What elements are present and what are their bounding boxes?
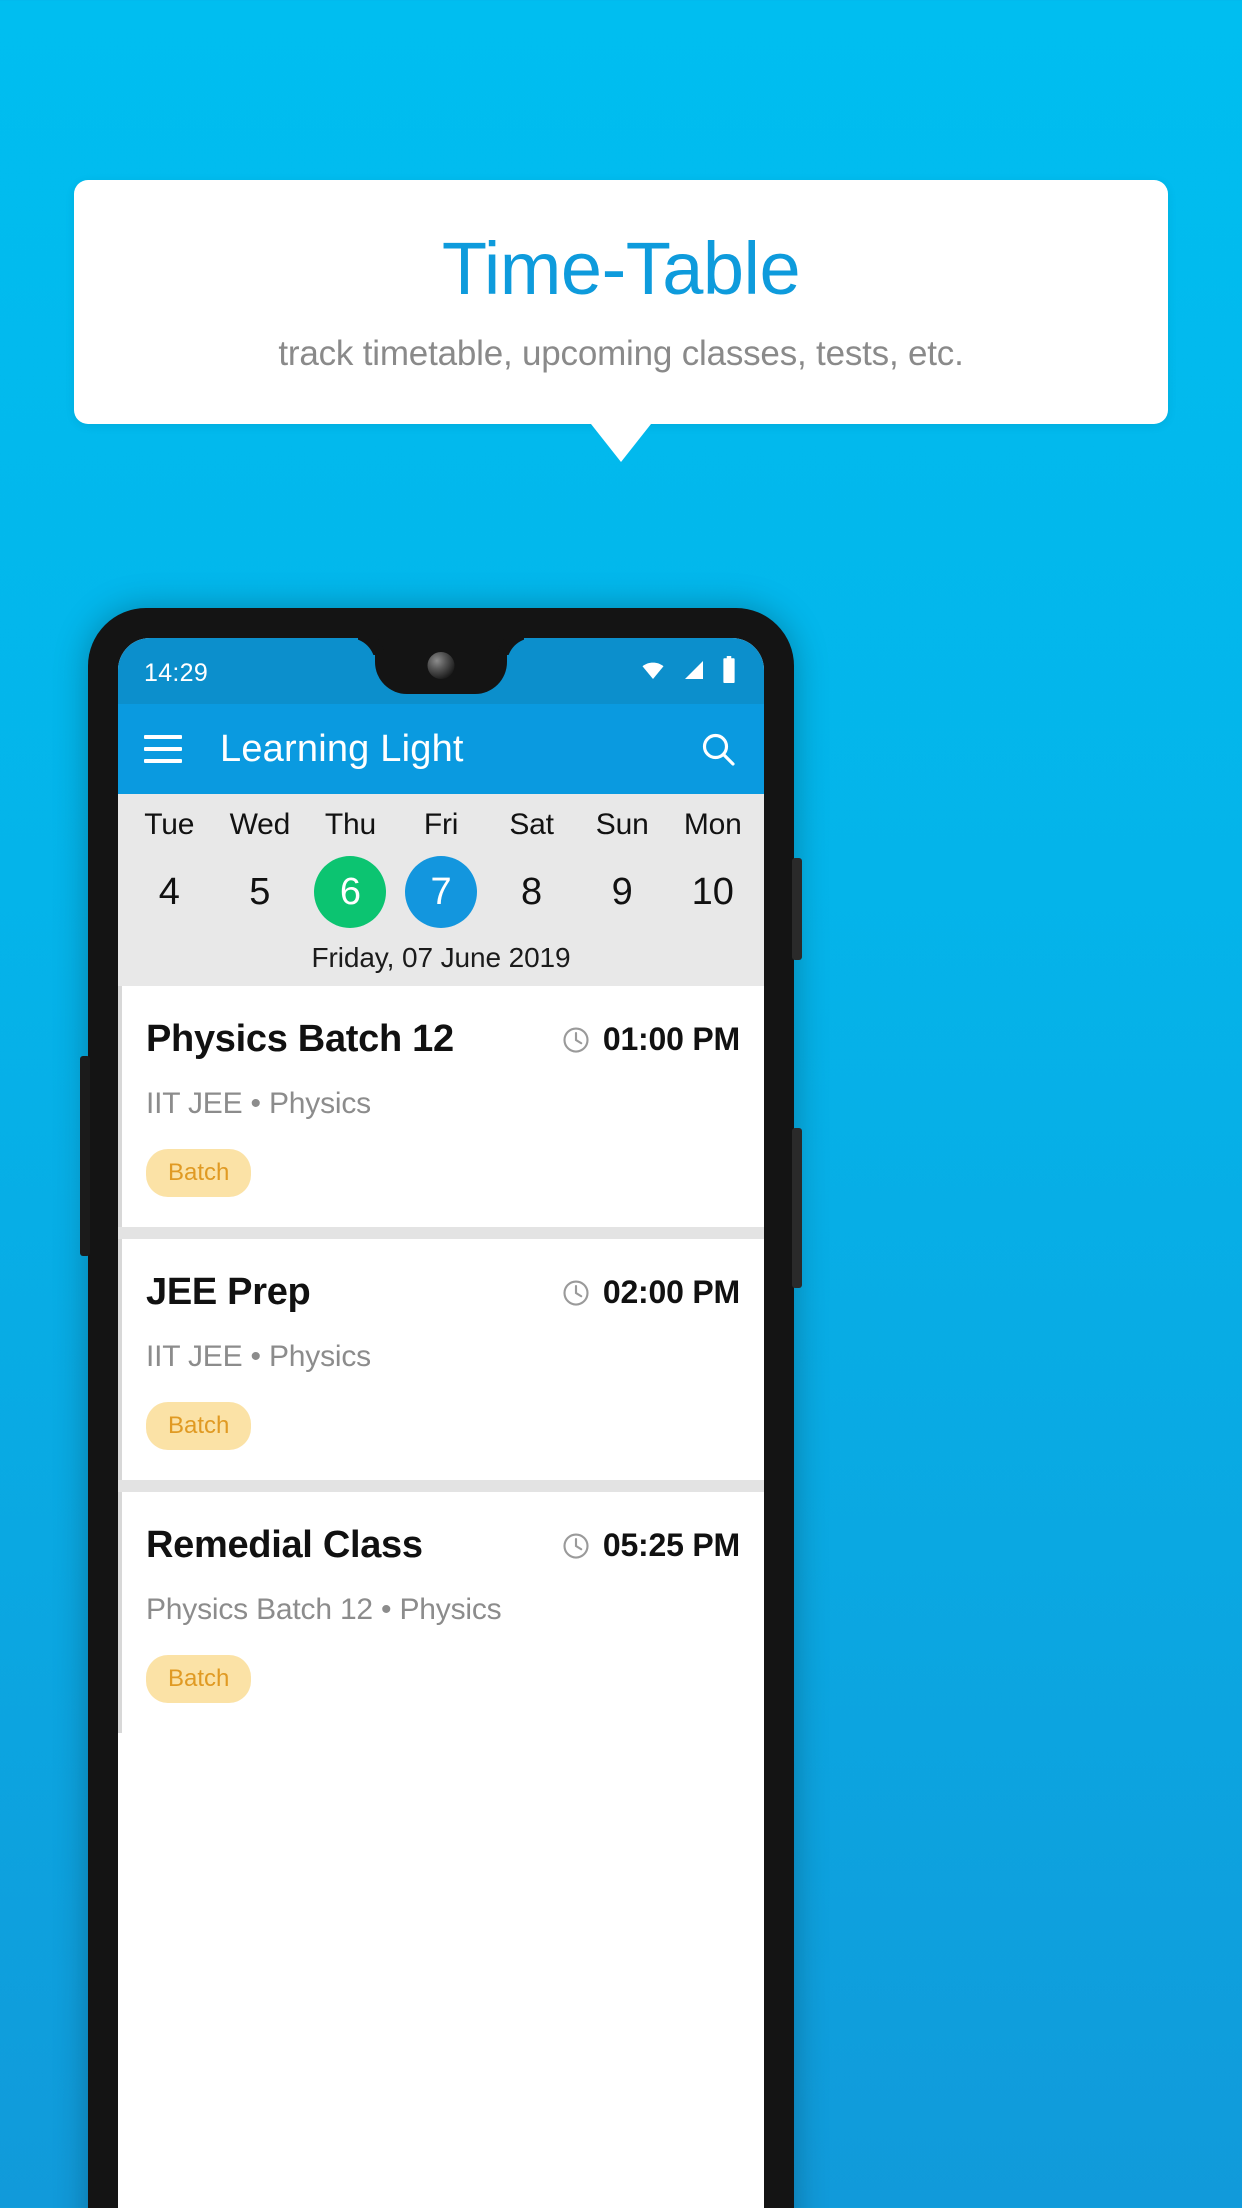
class-card[interactable]: JEE Prep 02:00 PM IIT JEE • Physics Batc… (118, 1239, 764, 1480)
battery-icon (720, 656, 738, 690)
status-bar-clock: 14:29 (144, 658, 209, 687)
date-strip: Tue Wed Thu Fri Sat Sun Mon 4 5 6 7 8 9 … (118, 794, 764, 986)
weekday-cell[interactable]: Sun (577, 808, 668, 842)
class-title: Physics Batch 12 (146, 1018, 454, 1060)
class-card-header: Physics Batch 12 01:00 PM (146, 1018, 740, 1061)
phone-side-button-left (80, 1056, 90, 1256)
wifi-icon (638, 658, 668, 689)
class-time: 02:00 PM (602, 1274, 740, 1310)
class-list: Physics Batch 12 01:00 PM IIT JEE • Phys… (118, 986, 764, 1733)
phone-device-frame: 14:29 Learning Light Tue Wed Thu Fri Sat… (80, 608, 802, 2208)
promo-card: Time-Table track timetable, upcoming cla… (74, 180, 1168, 424)
status-bar: 14:29 (118, 638, 764, 704)
class-type-badge: Batch (146, 1402, 252, 1450)
class-card-header: Remedial Class 05:25 PM (146, 1524, 740, 1567)
phone-screen: 14:29 Learning Light Tue Wed Thu Fri Sat… (118, 638, 764, 2208)
weekday-cell[interactable]: Thu (305, 808, 396, 842)
date-number: 5 (249, 870, 271, 913)
class-time-group: 01:00 PM (561, 1021, 740, 1058)
weekday-cell[interactable]: Mon (667, 808, 758, 842)
class-subtitle: IIT JEE • Physics (146, 1340, 371, 1373)
class-type-badge: Batch (146, 1149, 252, 1197)
class-title: JEE Prep (146, 1271, 311, 1313)
weekday-label: Tue (144, 808, 195, 841)
class-subtitle: Physics Batch 12 • Physics (146, 1593, 502, 1626)
date-number: 10 (691, 870, 734, 913)
weekday-cell[interactable]: Wed (215, 808, 306, 842)
date-cell-today[interactable]: 6 (305, 856, 396, 928)
search-icon[interactable] (698, 729, 738, 769)
weekday-cell[interactable]: Tue (124, 808, 215, 842)
promo-subtitle: track timetable, upcoming classes, tests… (278, 333, 964, 373)
class-card-header: JEE Prep 02:00 PM (146, 1271, 740, 1314)
class-time: 05:25 PM (602, 1527, 740, 1563)
weekday-label: Wed (229, 808, 291, 841)
phone-notch (375, 638, 507, 694)
signal-icon (681, 658, 707, 689)
front-camera (427, 652, 455, 679)
speech-bubble-tail (591, 424, 651, 462)
clock-icon (561, 1278, 591, 1308)
class-subtitle: IIT JEE • Physics (146, 1087, 371, 1120)
hamburger-menu-icon[interactable] (144, 735, 182, 763)
weekday-label: Sat (509, 808, 554, 841)
app-title: Learning Light (220, 727, 464, 770)
selected-date-label: Friday, 07 June 2019 (311, 942, 571, 973)
weekday-cell[interactable]: Fri (396, 808, 487, 842)
date-number: 4 (158, 870, 180, 913)
class-time-group: 05:25 PM (561, 1527, 740, 1564)
date-number-today: 6 (314, 856, 387, 928)
date-cell[interactable]: 8 (486, 856, 577, 928)
status-bar-icons (638, 656, 738, 690)
weekday-label: Mon (683, 808, 742, 841)
app-bar: Learning Light (118, 704, 764, 794)
clock-icon (561, 1531, 591, 1561)
date-cell[interactable]: 4 (124, 856, 215, 928)
promo-title: Time-Table (441, 227, 801, 311)
date-cell[interactable]: 9 (577, 856, 668, 928)
date-number: 9 (611, 870, 633, 913)
weekday-name-row: Tue Wed Thu Fri Sat Sun Mon (118, 808, 764, 842)
class-card[interactable]: Physics Batch 12 01:00 PM IIT JEE • Phys… (118, 986, 764, 1227)
weekday-cell[interactable]: Sat (486, 808, 577, 842)
class-title: Remedial Class (146, 1524, 423, 1566)
clock-icon (561, 1025, 591, 1055)
phone-volume-button (792, 1128, 802, 1288)
date-number-row: 4 5 6 7 8 9 10 (118, 856, 764, 928)
phone-power-button (792, 858, 802, 960)
date-cell-selected[interactable]: 7 (396, 856, 487, 928)
date-cell[interactable]: 10 (667, 856, 758, 928)
date-number-selected: 7 (405, 856, 478, 928)
class-card[interactable]: Remedial Class 05:25 PM Physics Batch 12… (118, 1492, 764, 1733)
class-time-group: 02:00 PM (561, 1274, 740, 1311)
weekday-label: Fri (423, 808, 459, 841)
date-number: 8 (521, 870, 543, 913)
weekday-label: Sun (595, 808, 649, 841)
weekday-label: Thu (324, 808, 376, 841)
class-time: 01:00 PM (602, 1021, 740, 1057)
class-type-badge: Batch (146, 1655, 252, 1703)
date-cell[interactable]: 5 (215, 856, 306, 928)
